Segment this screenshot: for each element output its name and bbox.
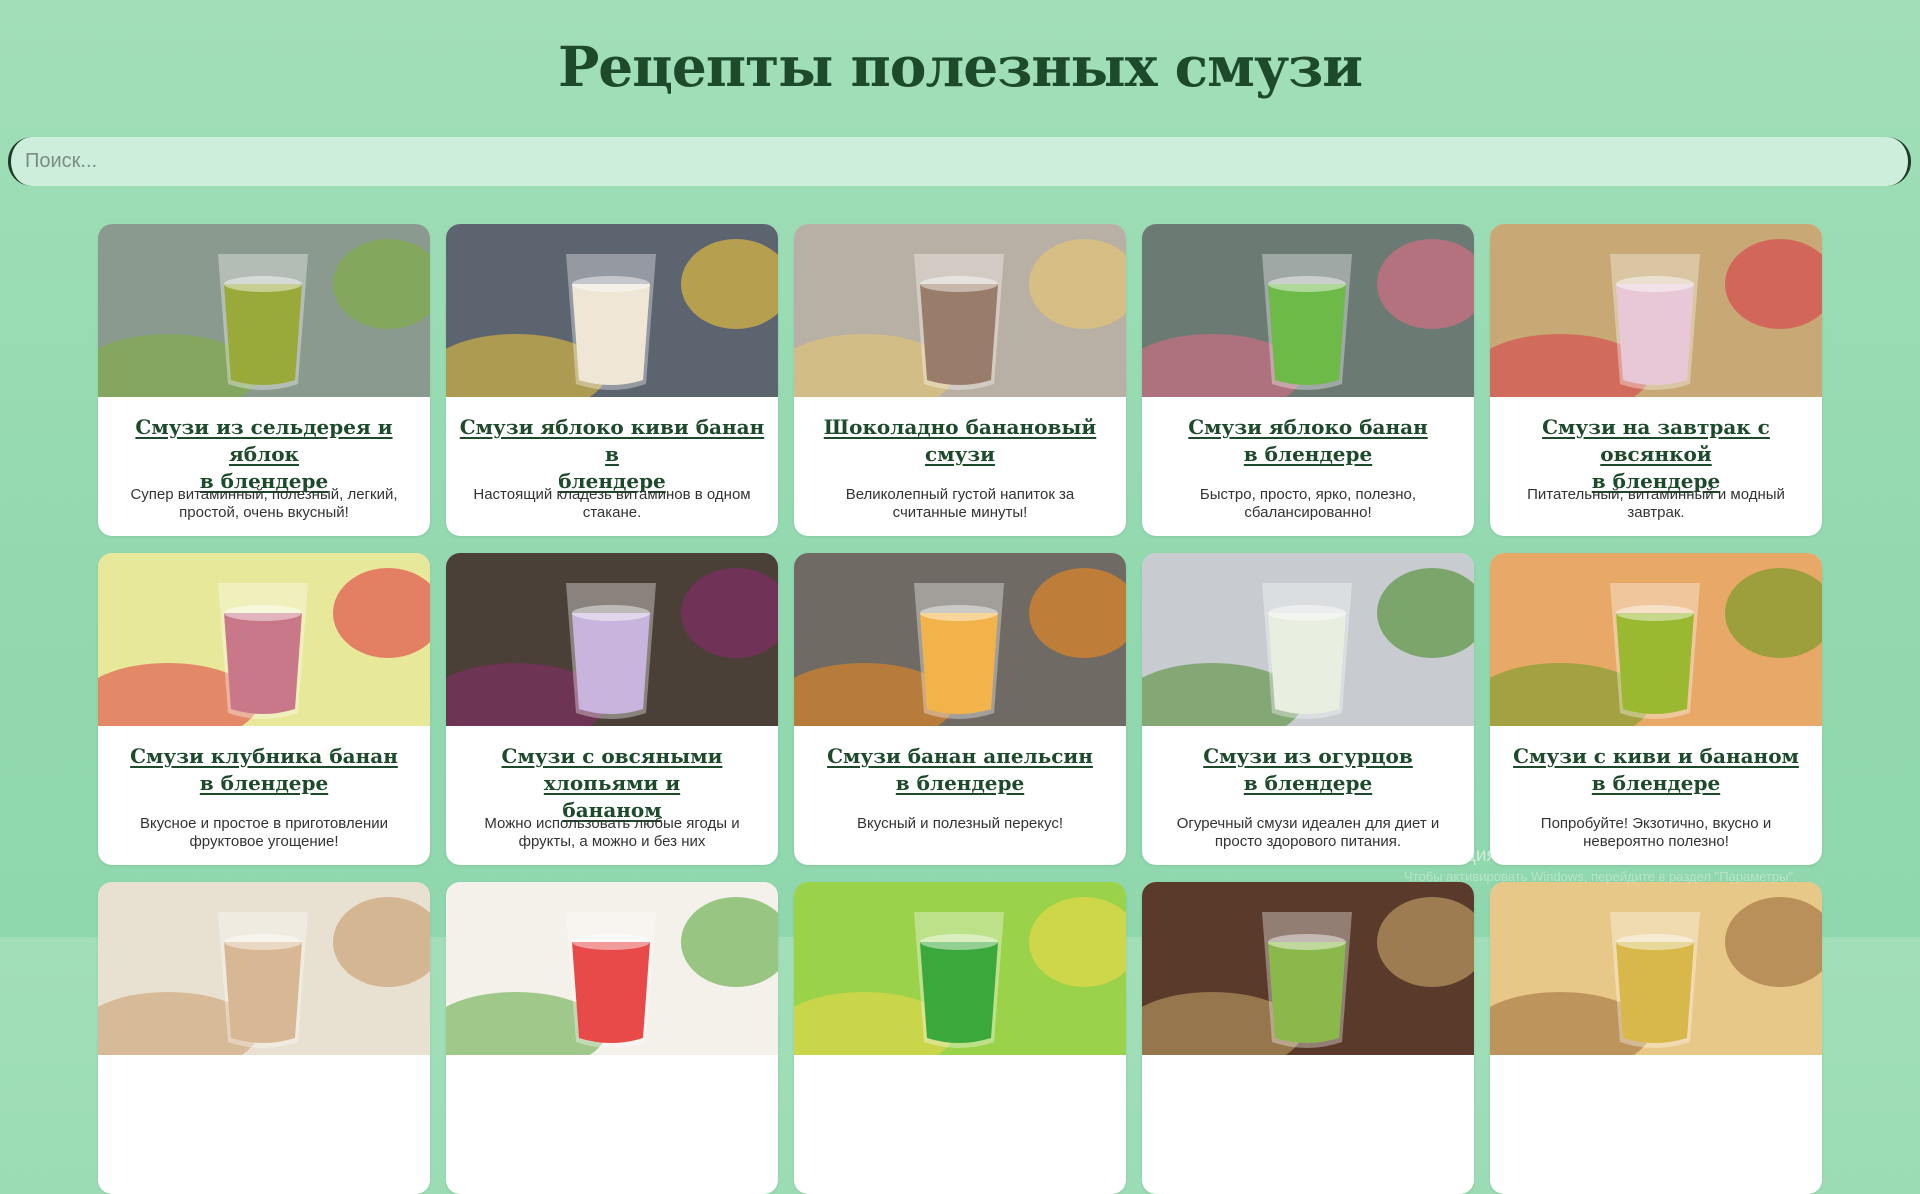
recipe-description: Супер витаминный, полезный, легкий, прос… [130, 486, 398, 521]
recipe-image[interactable] [446, 224, 778, 397]
recipe-description: Питательный, витаминный и модный завтрак… [1527, 486, 1785, 521]
recipe-card[interactable]: Смузи яблоко киви банан в блендере Настоя… [446, 224, 778, 536]
recipe-image[interactable] [98, 553, 430, 726]
recipe-card[interactable] [1142, 882, 1474, 1194]
recipe-title-link[interactable]: Смузи яблоко киви банан в блендере [456, 414, 768, 495]
recipe-card[interactable]: Смузи яблоко банан в блендере Быстро, про… [1142, 224, 1474, 536]
recipe-description: Великолепный густой напиток за считанные… [845, 486, 1075, 521]
search-bar [8, 137, 1911, 186]
recipe-card[interactable]: Смузи с овсяными хлопьями и бананом Можно… [446, 553, 778, 865]
recipe-title-link[interactable]: Смузи с киви и бананом в блендере [1500, 743, 1812, 797]
recipe-title-link[interactable]: Смузи банан апельсин в блендере [804, 743, 1116, 797]
recipe-image[interactable] [794, 553, 1126, 726]
recipe-title-link[interactable]: Смузи яблоко банан в блендере [1152, 414, 1464, 468]
recipe-card[interactable]: Смузи из сельдерея и яблок в блендере Суп… [98, 224, 430, 536]
page-title: Рецепты полезных смузи [557, 34, 1363, 99]
recipe-image[interactable] [1490, 882, 1822, 1055]
recipe-image[interactable] [98, 224, 430, 397]
recipe-description: Вкусный и полезный перекус! [857, 815, 1063, 832]
recipe-image[interactable] [1142, 882, 1474, 1055]
recipe-image[interactable] [1490, 224, 1822, 397]
recipe-image[interactable] [1142, 224, 1474, 397]
recipe-card[interactable] [1490, 882, 1822, 1194]
recipe-image[interactable] [794, 224, 1126, 397]
recipe-description: Быстро, просто, ярко, полезно, сбалансир… [1199, 486, 1417, 521]
recipe-card[interactable] [794, 882, 1126, 1194]
recipe-card[interactable]: Смузи с киви и бананом в блендере Попробу… [1490, 553, 1822, 865]
recipe-image[interactable] [1490, 553, 1822, 726]
recipe-title-link[interactable]: Смузи клубника банан в блендере [108, 743, 420, 797]
recipe-card[interactable] [98, 882, 430, 1194]
recipe-title-link[interactable]: Смузи с овсяными хлопьями и бананом [456, 743, 768, 824]
recipe-title-link[interactable]: Смузи из огурцов в блендере [1152, 743, 1464, 797]
windows-activation-watermark: Активация Windows [1404, 845, 1580, 866]
windows-activation-hint: Чтобы активировать Windows, перейдите в … [1404, 869, 1797, 884]
recipe-image[interactable] [98, 882, 430, 1055]
recipe-title-link[interactable]: Шоколадно банановый смузи [804, 414, 1116, 468]
recipe-title-link[interactable]: Смузи на завтрак с овсянкой в блендере [1500, 414, 1812, 495]
recipe-description: Настоящий кладезь витаминов в одном стак… [473, 486, 751, 521]
recipe-image[interactable] [794, 882, 1126, 1055]
recipe-description: Вкусное и простое в приготовлении фрукто… [139, 815, 389, 850]
recipe-title-link[interactable]: Смузи из сельдерея и яблок в блендере [108, 414, 420, 495]
recipe-card[interactable]: Шоколадно банановый смузи Великолепный гу… [794, 224, 1126, 536]
recipe-card[interactable] [446, 882, 778, 1194]
recipe-image[interactable] [1142, 553, 1474, 726]
recipe-card[interactable]: Смузи из огурцов в блендере Огуречный сму… [1142, 553, 1474, 865]
recipe-card[interactable]: Смузи банан апельсин в блендере Вкусный и… [794, 553, 1126, 865]
recipe-image[interactable] [446, 882, 778, 1055]
search-input[interactable] [11, 137, 1908, 186]
recipe-description: Можно использовать любые ягоды и фрукты,… [484, 815, 740, 850]
recipe-card[interactable]: Смузи клубника банан в блендере Вкусное и… [98, 553, 430, 865]
recipe-card[interactable]: Смузи на завтрак с овсянкой в блендере Пи… [1490, 224, 1822, 536]
recipe-image[interactable] [446, 553, 778, 726]
